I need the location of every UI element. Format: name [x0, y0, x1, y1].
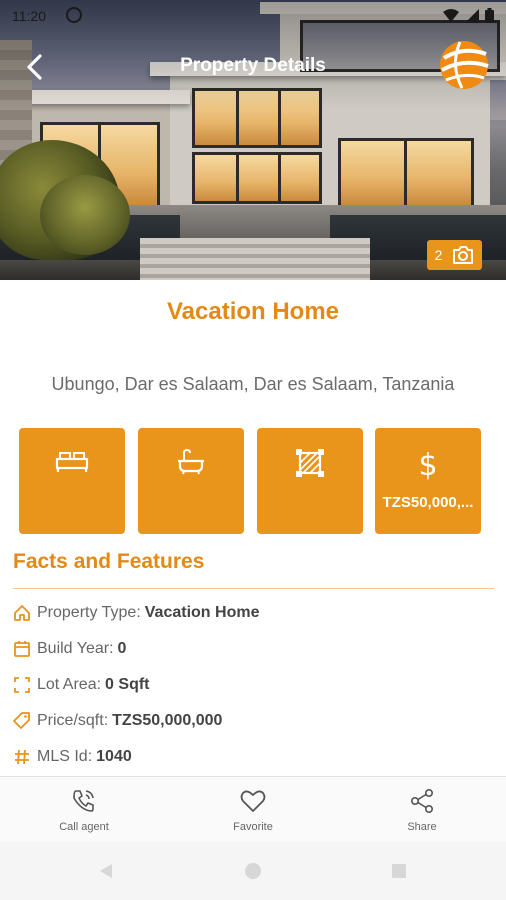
fact-mls-id: MLS Id: 1040 — [13, 745, 132, 769]
nav-back-icon[interactable] — [100, 864, 112, 878]
favorite-button[interactable]: Favorite — [193, 787, 313, 833]
fact-label: Property Type: — [37, 604, 141, 621]
call-agent-label: Call agent — [59, 821, 109, 833]
bathtub-icon — [178, 448, 204, 475]
bathrooms-tile[interactable] — [138, 428, 244, 534]
fact-value: Vacation Home — [144, 604, 260, 621]
nav-recent-apps-icon[interactable] — [392, 864, 406, 878]
wifi-icon — [443, 8, 459, 22]
facts-heading: Facts and Features — [13, 550, 205, 573]
fact-build-year: Build Year: 0 — [13, 637, 126, 661]
at-sign-icon — [66, 7, 82, 23]
price-value: TZS50,000,... — [382, 494, 474, 511]
photo-count: 2 — [434, 247, 443, 263]
bottom-action-bar: Call agent Favorite Share — [0, 776, 506, 842]
price-tile[interactable]: $ TZS50,000,... — [375, 428, 481, 534]
globe-logo-icon — [436, 38, 490, 92]
fact-label: Price/sqft: — [37, 712, 109, 729]
area-icon — [296, 449, 324, 477]
divider — [13, 588, 494, 589]
status-time: 11:20 — [12, 8, 46, 24]
share-button[interactable]: Share — [362, 787, 482, 833]
signal-icon — [465, 8, 479, 23]
fact-label: MLS Id: — [37, 748, 93, 765]
fact-price-sqft: Price/sqft: TZS50,000,000 — [13, 709, 222, 733]
hash-icon — [13, 748, 31, 766]
status-bar: 11:20 — [0, 0, 506, 32]
fact-label: Build Year: — [37, 640, 114, 657]
phone-icon — [73, 790, 94, 812]
fact-value: 0 — [117, 640, 127, 657]
bedrooms-tile[interactable] — [19, 428, 125, 534]
home-icon — [13, 604, 31, 622]
svg-text:$: $ — [418, 448, 437, 480]
area-tile[interactable] — [257, 428, 363, 534]
page-title: Property Details — [180, 55, 326, 76]
call-agent-button[interactable]: Call agent — [24, 787, 144, 833]
property-title: Vacation Home — [166, 298, 340, 325]
bed-icon — [55, 452, 89, 472]
share-label: Share — [407, 821, 437, 833]
system-navigation-bar — [0, 842, 506, 900]
battery-icon — [485, 8, 494, 23]
calendar-icon — [13, 640, 31, 658]
fact-lot-area: Lot Area: 0 Sqft — [13, 673, 150, 697]
nav-home-icon[interactable] — [245, 863, 261, 879]
property-photo[interactable] — [0, 0, 506, 280]
camera-icon — [453, 246, 474, 264]
share-icon — [410, 788, 433, 813]
tag-icon — [13, 712, 31, 730]
property-summary-tiles: $ TZS50,000,... — [19, 428, 481, 534]
fact-value: 0 Sqft — [105, 676, 150, 693]
fact-property-type: Property Type: Vacation Home — [13, 601, 259, 625]
property-address: Ubungo, Dar es Salaam, Dar es Salaam, Ta… — [51, 374, 455, 394]
fact-value: TZS50,000,000 — [112, 712, 223, 729]
favorite-label: Favorite — [233, 821, 273, 833]
heart-icon — [240, 790, 266, 812]
fact-label: Lot Area: — [37, 676, 102, 693]
fact-value: 1040 — [96, 748, 132, 765]
dollar-icon: $ — [418, 448, 437, 480]
frame-icon — [13, 676, 31, 694]
photo-count-badge[interactable]: 2 — [427, 240, 482, 270]
